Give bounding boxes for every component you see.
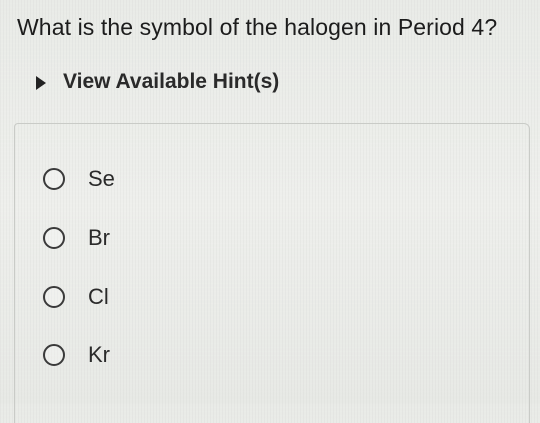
triangle-right-icon <box>36 76 46 90</box>
option-label-kr: Kr <box>88 342 110 367</box>
radio-button-kr[interactable] <box>43 344 65 366</box>
view-hints-label: View Available Hint(s) <box>63 70 280 93</box>
option-kr[interactable]: Kr <box>43 342 110 368</box>
radio-button-br[interactable] <box>43 227 65 249</box>
option-br[interactable]: Br <box>43 225 110 251</box>
option-label-br: Br <box>88 225 110 250</box>
option-label-cl: Cl <box>88 284 109 309</box>
option-cl[interactable]: Cl <box>43 284 109 310</box>
view-hints-toggle[interactable]: View Available Hint(s) <box>36 70 279 94</box>
radio-button-se[interactable] <box>43 168 65 190</box>
answer-options-panel: Se Br Cl Kr <box>14 123 530 423</box>
option-se[interactable]: Se <box>43 166 115 192</box>
option-label-se: Se <box>88 166 115 191</box>
radio-button-cl[interactable] <box>43 286 65 308</box>
question-text: What is the symbol of the halogen in Per… <box>17 14 498 40</box>
